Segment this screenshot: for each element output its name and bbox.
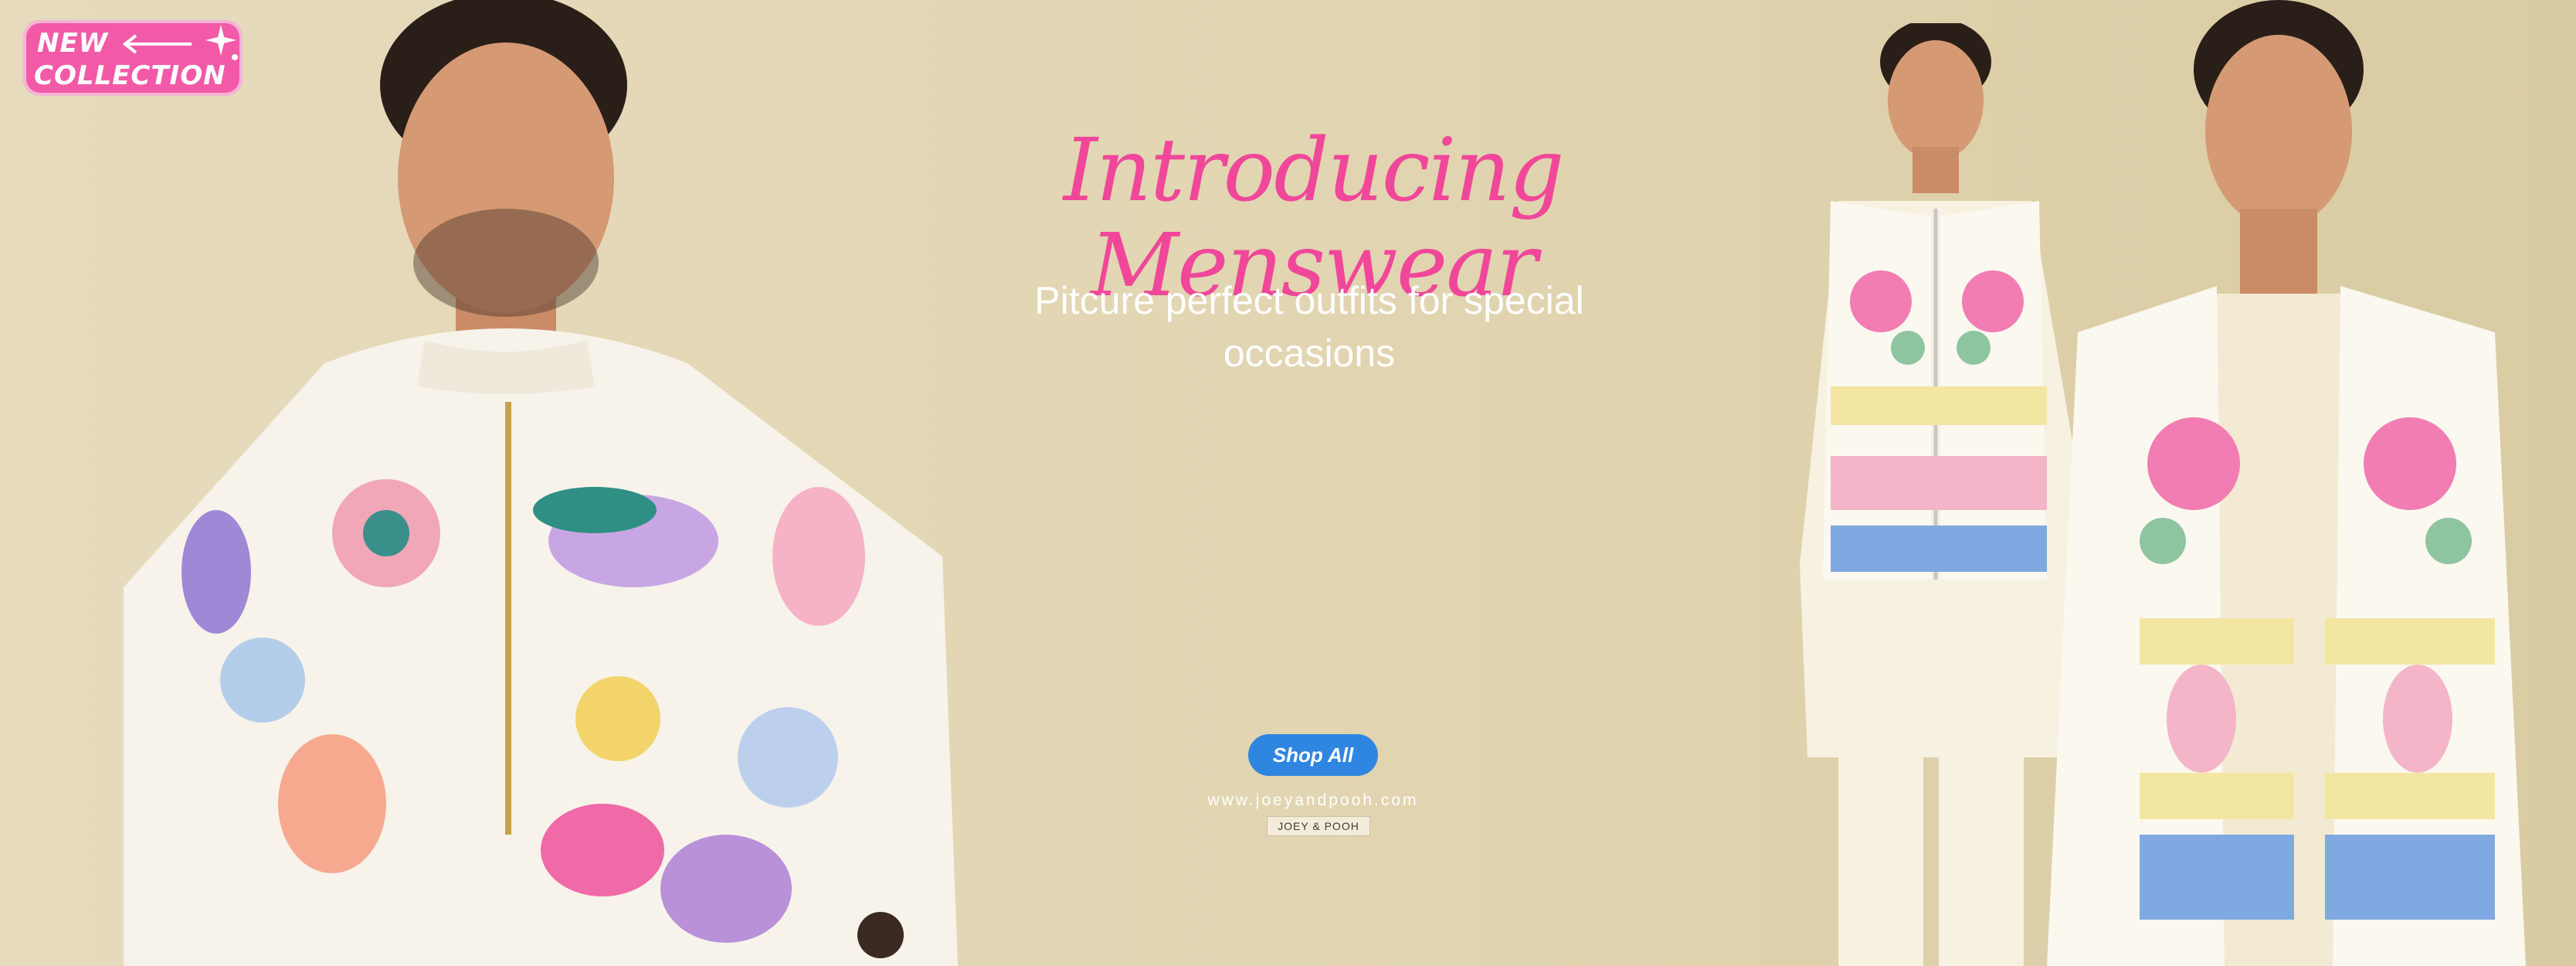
brand-logo-tag: JOEY & POOH xyxy=(1267,816,1370,836)
shop-all-button[interactable]: Shop All xyxy=(1248,734,1378,776)
model-left-image xyxy=(124,0,958,966)
badge-line-1: NEW xyxy=(37,28,109,59)
subheadline: Pitcure perfect outfits for special occa… xyxy=(1034,279,1584,375)
site-url[interactable]: www.joeyandpooh.com xyxy=(1159,791,1468,810)
hero-banner: NEW COLLECTION Introducing Menswear Pitc… xyxy=(0,0,2576,966)
model-right-image xyxy=(2047,0,2526,966)
